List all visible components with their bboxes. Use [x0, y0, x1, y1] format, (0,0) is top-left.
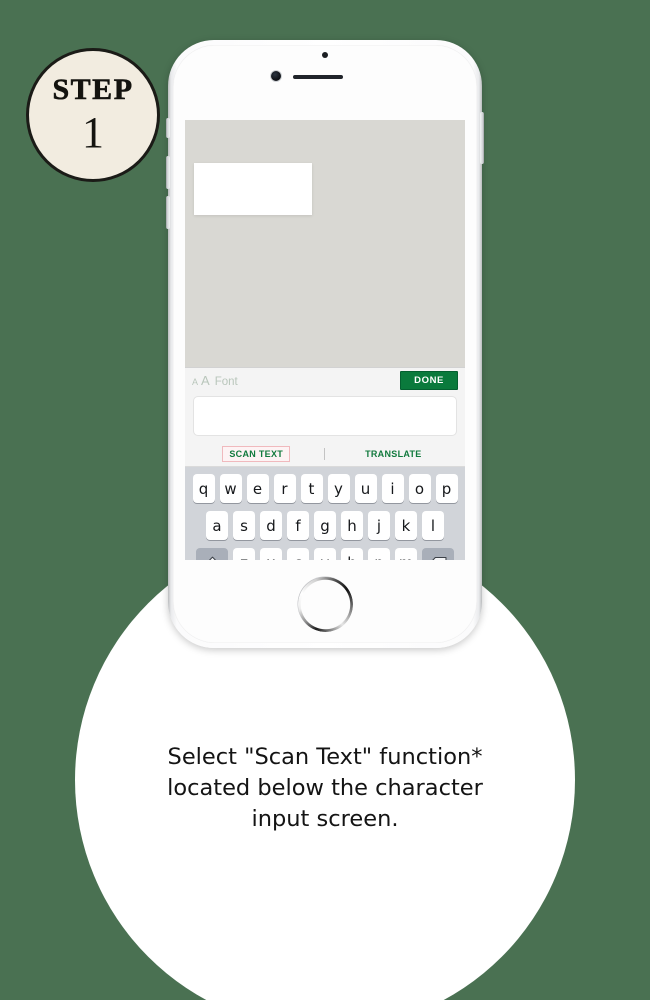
key-z[interactable]: z	[233, 548, 255, 560]
key-e[interactable]: e	[246, 474, 269, 503]
key-r[interactable]: r	[273, 474, 296, 503]
key-f[interactable]: f	[287, 511, 309, 540]
volume-up-button[interactable]	[166, 156, 170, 189]
font-small-a-icon: A	[192, 376, 199, 387]
key-a[interactable]: a	[206, 511, 228, 540]
step-badge: STEP 1	[26, 48, 160, 182]
speaker-grille-icon	[293, 75, 343, 79]
key-t[interactable]: t	[300, 474, 323, 503]
keyboard-row-1: qwertyuiop	[188, 474, 462, 503]
key-g[interactable]: g	[314, 511, 336, 540]
key-c[interactable]: c	[287, 548, 309, 560]
volume-down-button[interactable]	[166, 196, 170, 229]
key-u[interactable]: u	[354, 474, 377, 503]
canvas-text-card[interactable]	[194, 163, 312, 215]
key-p[interactable]: p	[435, 474, 458, 503]
power-button[interactable]	[480, 112, 484, 164]
done-button[interactable]: DONE	[400, 370, 458, 390]
caption-line-3: input screen.	[251, 805, 399, 832]
keyboard-row-2: asdfghjkl	[188, 511, 462, 540]
key-x[interactable]: x	[260, 548, 282, 560]
caption-line-2: located below the character	[167, 774, 483, 801]
backspace-icon[interactable]	[422, 548, 454, 560]
action-divider	[324, 447, 326, 460]
home-button-icon[interactable]	[299, 578, 351, 630]
caption-line-1: Select "Scan Text" function*	[167, 744, 483, 770]
action-buttons-row: SCAN TEXT TRANSLATE	[185, 441, 465, 467]
instruction-caption: Select "Scan Text" function* located bel…	[105, 742, 545, 834]
font-label: Font	[214, 375, 238, 388]
key-h[interactable]: h	[341, 511, 363, 540]
key-s[interactable]: s	[233, 511, 255, 540]
font-large-a-icon: A	[201, 372, 210, 388]
key-j[interactable]: j	[368, 511, 390, 540]
font-toolbar: AA Font DONE	[185, 367, 465, 392]
key-v[interactable]: v	[314, 548, 336, 560]
text-input-container	[185, 392, 465, 441]
key-q[interactable]: q	[192, 474, 215, 503]
silent-switch-icon[interactable]	[166, 118, 170, 138]
character-input-field[interactable]	[193, 396, 457, 436]
key-k[interactable]: k	[395, 511, 417, 540]
phone-device: AA Font DONE SCAN TEXT TRANSLATE qwertyu…	[166, 40, 484, 648]
translate-button[interactable]: TRANSLATE	[359, 447, 428, 461]
camera-icon	[271, 71, 281, 81]
key-n[interactable]: n	[368, 548, 390, 560]
key-b[interactable]: b	[341, 548, 363, 560]
key-m[interactable]: m	[395, 548, 417, 560]
sensor-dot-icon	[322, 52, 328, 58]
onscreen-keyboard: qwertyuiop asdfghjkl z x c v b n m	[185, 467, 465, 560]
key-i[interactable]: i	[381, 474, 404, 503]
key-d[interactable]: d	[260, 511, 282, 540]
key-o[interactable]: o	[408, 474, 431, 503]
scan-text-button[interactable]: SCAN TEXT	[222, 445, 291, 462]
key-y[interactable]: y	[327, 474, 350, 503]
keyboard-row-3: z x c v b n m	[188, 548, 462, 560]
document-canvas[interactable]	[185, 120, 465, 367]
phone-screen: AA Font DONE SCAN TEXT TRANSLATE qwertyu…	[185, 120, 465, 560]
key-l[interactable]: l	[422, 511, 444, 540]
shift-icon[interactable]	[196, 548, 228, 560]
step-badge-word: STEP	[52, 73, 134, 106]
step-badge-number: 1	[82, 108, 104, 157]
font-size-control[interactable]: AA Font	[192, 373, 238, 388]
key-w[interactable]: w	[219, 474, 242, 503]
